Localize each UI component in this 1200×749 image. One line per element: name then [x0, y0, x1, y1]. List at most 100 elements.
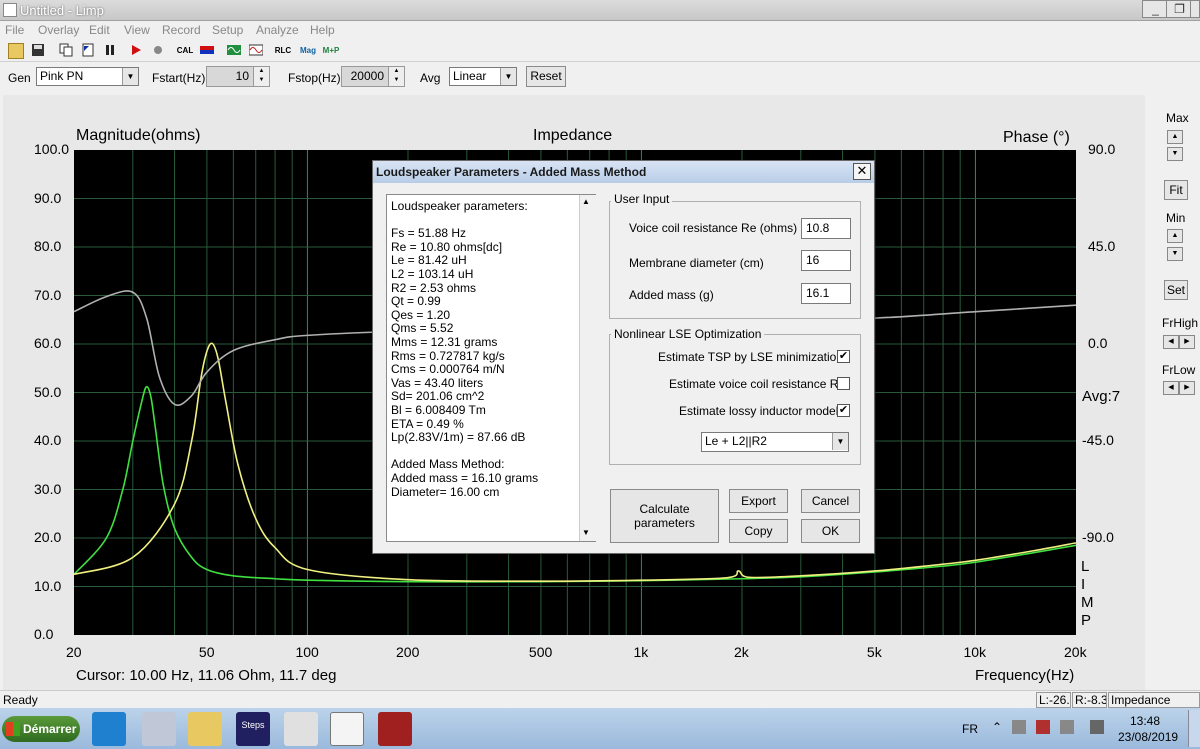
menu-overlay[interactable]: Overlay: [38, 23, 79, 37]
parameter-line: Rms = 0.727817 kg/s: [391, 348, 505, 363]
show-desktop-button[interactable]: [1188, 710, 1200, 747]
x-tick-label: 20: [66, 644, 82, 660]
re-estimate-label: Estimate voice coil resistance Re: [669, 377, 846, 391]
clock-date: 23/08/2019: [1118, 730, 1179, 744]
copy-button[interactable]: Copy: [729, 519, 788, 543]
parameter-line: Vas = 43.40 liters: [391, 375, 484, 390]
min-up-button[interactable]: ▲: [1167, 229, 1183, 243]
menu-analyze[interactable]: Analyze: [256, 23, 299, 37]
close-button[interactable]: [1190, 0, 1200, 18]
reset-button[interactable]: Reset: [526, 66, 566, 87]
taskbar: Démarrer Steps FR ⌃ 13:48 23/08/2019: [0, 708, 1200, 749]
calculate-parameters-button[interactable]: Calculate parameters: [610, 489, 719, 543]
window-title: Untitled - Limp: [20, 3, 104, 18]
fit-button[interactable]: Fit: [1164, 180, 1188, 200]
tray-icon-1[interactable]: [1012, 720, 1026, 734]
avg-select[interactable]: Linear ▼: [449, 67, 517, 86]
explorer-icon[interactable]: [188, 712, 222, 746]
inductor-model-select[interactable]: Le + L2||R2 ▼: [701, 432, 849, 452]
color-icon[interactable]: [198, 43, 216, 59]
tray-icon-3[interactable]: [1060, 720, 1074, 734]
tray-expand-icon[interactable]: ⌃: [992, 720, 1002, 734]
ok-button[interactable]: OK: [801, 519, 860, 543]
frlow-right-button[interactable]: ▶: [1179, 381, 1195, 395]
limp-app-icon[interactable]: [330, 712, 364, 746]
parameters-scrollbar[interactable]: ▲ ▼: [579, 195, 596, 541]
minimize-button[interactable]: _: [1142, 0, 1169, 18]
parameter-line: Re = 10.80 ohms[dc]: [391, 239, 503, 254]
export-button[interactable]: Export: [729, 489, 788, 513]
scroll-down-icon[interactable]: ▼: [582, 528, 590, 537]
marker-icon[interactable]: [80, 43, 96, 59]
open-icon[interactable]: [8, 43, 24, 59]
scale-panel: Max ▲ ▼ Fit Min ▲ ▼ Set FrHigh ◀ ▶ FrLow…: [1150, 95, 1200, 690]
menu-view[interactable]: View: [124, 23, 150, 37]
calculator-icon[interactable]: [142, 712, 176, 746]
copy-icon[interactable]: [58, 43, 74, 59]
tray-icon-2[interactable]: [1036, 720, 1050, 734]
start-button[interactable]: Démarrer: [2, 716, 80, 742]
language-indicator[interactable]: FR: [962, 722, 978, 736]
rlc-button[interactable]: RLC: [272, 43, 294, 59]
added-mass-label: Added mass (g): [629, 288, 714, 302]
mag-phase-button[interactable]: M+P: [320, 43, 342, 59]
menu-file[interactable]: File: [5, 23, 24, 37]
re-label: Voice coil resistance Re (ohms): [629, 221, 798, 235]
fstart-input[interactable]: 10 ▲ ▼: [206, 66, 270, 87]
pause-icon[interactable]: [102, 43, 118, 59]
parameters-textbox[interactable]: Loudspeaker parameters: Fs = 51.88 Hz Re =…: [386, 194, 596, 542]
spin-arrows-icon[interactable]: ▲ ▼: [253, 67, 269, 86]
min-down-button[interactable]: ▼: [1167, 247, 1183, 261]
ccleaner-icon[interactable]: [284, 712, 318, 746]
media-player-icon[interactable]: [92, 712, 126, 746]
menu-help[interactable]: Help: [310, 23, 335, 37]
waveform-icon[interactable]: [226, 43, 242, 59]
mag-button[interactable]: Mag: [298, 43, 318, 59]
lossy-inductor-checkbox[interactable]: ✔: [837, 404, 850, 417]
frhigh-right-button[interactable]: ▶: [1179, 335, 1195, 349]
parameter-line: Mms = 12.31 grams: [391, 335, 498, 349]
status-left-level: L:-26.: [1036, 692, 1071, 708]
generator-select[interactable]: Pink PN ▼: [36, 67, 139, 86]
menu-setup[interactable]: Setup: [212, 23, 243, 37]
re-estimate-checkbox[interactable]: [837, 377, 850, 390]
fstop-label: Fstop(Hz): [288, 71, 341, 85]
limp-label: L I M P: [1081, 558, 1095, 630]
max-down-button[interactable]: ▼: [1167, 147, 1183, 161]
frhigh-label: FrHigh: [1162, 316, 1199, 330]
signal-icon[interactable]: [248, 43, 264, 59]
min-label: Min: [1166, 211, 1186, 225]
diameter-input[interactable]: 16: [801, 250, 851, 271]
steps-app-icon[interactable]: Steps: [236, 712, 270, 746]
dialog-title: Loudspeaker Parameters - Added Mass Meth…: [376, 165, 647, 179]
title-bar: Untitled - Limp _ ❐: [0, 0, 1200, 21]
cal-button[interactable]: CAL: [174, 43, 196, 59]
re-input[interactable]: 10.8: [801, 218, 851, 239]
max-label: Max: [1166, 111, 1189, 125]
dialog-close-button[interactable]: ✕: [853, 163, 871, 180]
set-button[interactable]: Set: [1164, 280, 1188, 300]
cancel-button[interactable]: Cancel: [801, 489, 860, 513]
cursor-readout: Cursor: 10.00 Hz, 11.06 Ohm, 11.7 deg: [76, 667, 337, 684]
frlow-left-button[interactable]: ◀: [1163, 381, 1179, 395]
added-mass-input[interactable]: 16.1: [801, 283, 851, 304]
menu-edit[interactable]: Edit: [89, 23, 110, 37]
volume-icon[interactable]: [1090, 720, 1104, 734]
y2-tick-label: 90.0: [1088, 141, 1116, 157]
parameter-line: Bl = 6.008409 Tm: [391, 403, 486, 417]
maximize-button[interactable]: ❐: [1166, 0, 1193, 18]
save-icon[interactable]: [30, 43, 46, 59]
status-mode: Impedance Meas: [1108, 692, 1200, 708]
spin-arrows-icon[interactable]: ▲ ▼: [388, 67, 404, 86]
max-up-button[interactable]: ▲: [1167, 130, 1183, 144]
fstop-input[interactable]: 20000 ▲ ▼: [341, 66, 405, 87]
play-icon[interactable]: [128, 43, 144, 59]
record-icon[interactable]: [150, 43, 166, 59]
lse-checkbox[interactable]: ✔: [837, 350, 850, 363]
video-app-icon[interactable]: [378, 712, 412, 746]
generator-value: Pink PN: [40, 69, 84, 83]
y-tick-label: 10.0: [34, 577, 62, 594]
menu-record[interactable]: Record: [162, 23, 201, 37]
scroll-up-icon[interactable]: ▲: [582, 197, 590, 206]
frhigh-left-button[interactable]: ◀: [1163, 335, 1179, 349]
